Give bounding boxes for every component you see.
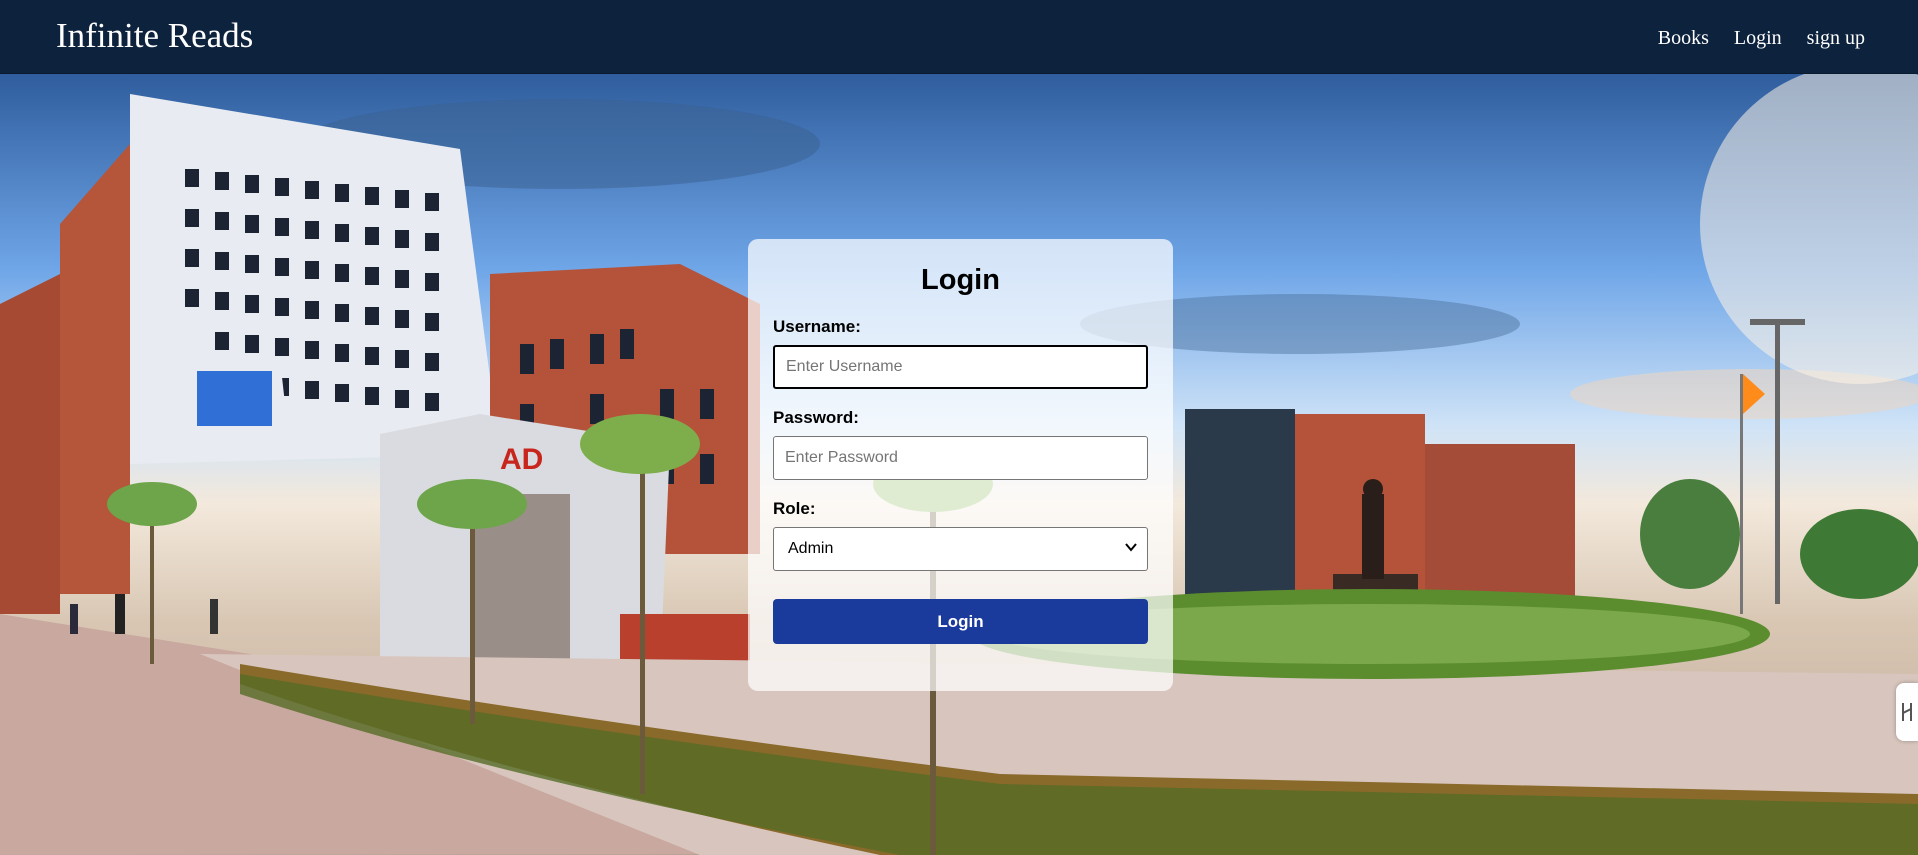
chevron-down-icon [1125,543,1137,552]
nav-links: Books Login sign up [1658,26,1865,50]
login-form-card: Login Username: Password: Role: Admin Lo… [748,239,1173,691]
top-navbar: Infinite Reads Books Login sign up [0,0,1918,74]
password-label: Password: [773,408,859,427]
side-handle-icon [1902,703,1912,721]
role-select[interactable]: Admin [773,527,1148,571]
svg-text:AD: AD [500,443,543,476]
role-label: Role: [773,499,816,518]
role-select-wrapper: Admin [773,527,1148,571]
login-heading: Login [921,264,1000,296]
username-input[interactable] [773,345,1148,389]
username-label: Username: [773,317,861,336]
side-handle-tab[interactable] [1896,683,1918,741]
login-submit-button[interactable]: Login [773,599,1148,644]
nav-link-books[interactable]: Books [1658,26,1709,50]
password-input[interactable] [773,436,1148,480]
nav-link-signup[interactable]: sign up [1807,26,1865,50]
nav-link-login[interactable]: Login [1734,26,1782,50]
brand-title[interactable]: Infinite Reads [56,16,253,56]
